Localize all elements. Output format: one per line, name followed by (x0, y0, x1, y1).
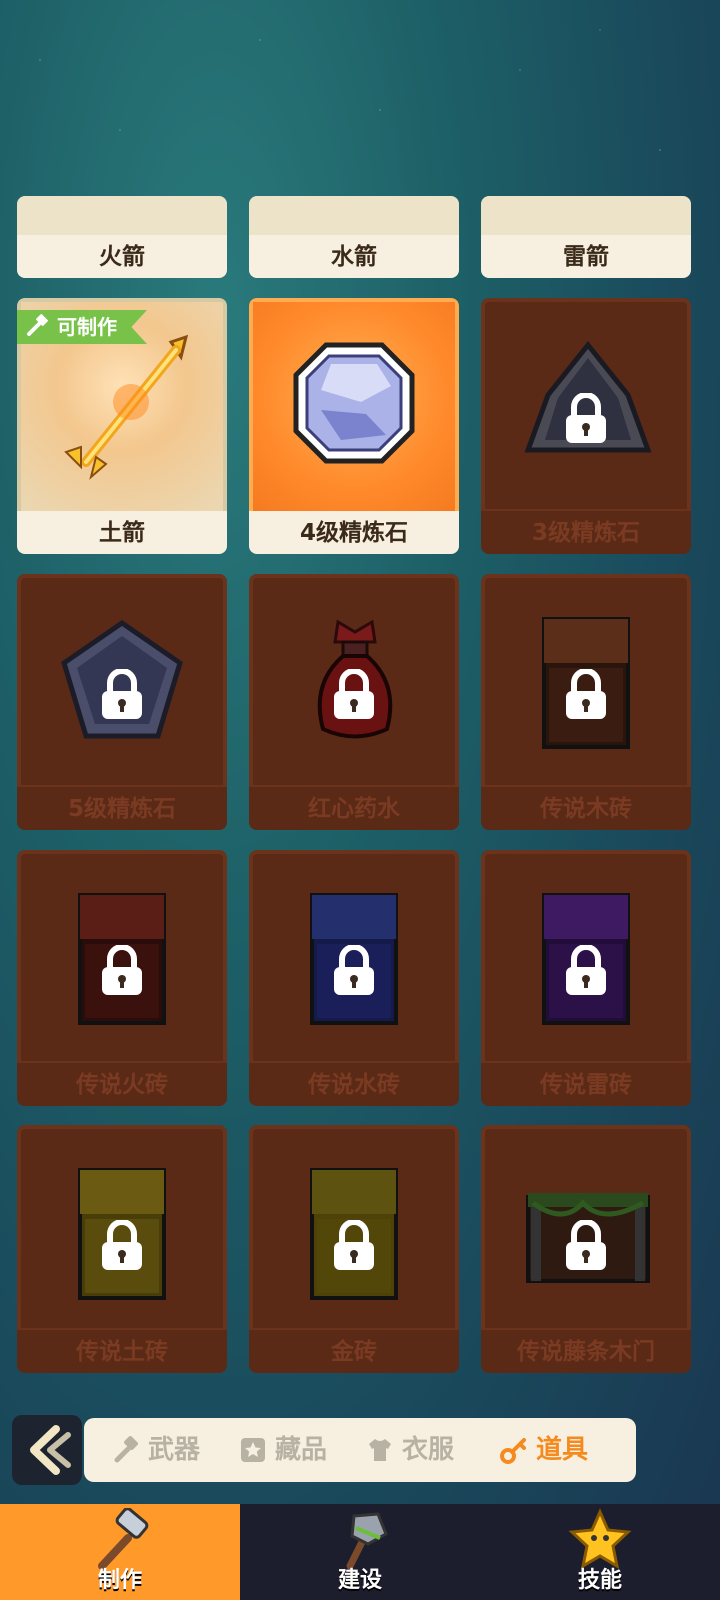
item-name: 传说雷砖 (481, 1061, 691, 1106)
item-grid: 火箭 水箭 雷箭 可制作 土箭 4级精炼石 3级精炼石 5级精炼石 红心药水 传… (0, 0, 720, 1400)
item-art (249, 298, 459, 512)
lock-icon (334, 945, 374, 995)
item-card-refine-stone-5[interactable]: 5级精炼石 (17, 574, 227, 830)
item-art (249, 850, 459, 1064)
item-art (249, 1125, 459, 1339)
item-art (249, 574, 459, 788)
tab-label: 武器 (148, 1435, 201, 1465)
item-art (249, 196, 459, 236)
item-name: 传说土砖 (17, 1328, 227, 1373)
item-card-refine-stone-4[interactable]: 4级精炼石 (249, 298, 459, 554)
badge-label: 可制作 (57, 315, 117, 339)
item-name: 5级精炼石 (17, 785, 227, 830)
tab-weapons[interactable]: 武器 (112, 1418, 200, 1482)
lock-icon (102, 1220, 142, 1270)
item-name: 土箭 (17, 511, 227, 554)
item-name: 金砖 (249, 1328, 459, 1373)
item-art (17, 196, 227, 236)
craftable-badge: 可制作 (17, 310, 147, 344)
item-card-legend-thunder-brick[interactable]: 传说雷砖 (481, 850, 691, 1106)
item-art (481, 1125, 691, 1339)
lock-icon (102, 945, 142, 995)
nav-craft[interactable]: 制作 (0, 1504, 240, 1600)
refining-stone-icon (293, 342, 415, 464)
hammer-icon (27, 314, 48, 336)
item-name: 传说火砖 (17, 1061, 227, 1106)
item-card-red-potion[interactable]: 红心药水 (249, 574, 459, 830)
chevron-left-icon (30, 1425, 71, 1475)
nav-skills[interactable]: 技能 (480, 1504, 720, 1600)
item-card-legend-vine-door[interactable]: 传说藤条木门 (481, 1125, 691, 1373)
shirt-icon (369, 1439, 391, 1461)
item-art (481, 196, 691, 236)
item-art (481, 298, 691, 512)
nav-label: 技能 (577, 1568, 622, 1593)
item-card-fire-arrow[interactable]: 火箭 (17, 196, 227, 278)
item-name: 4级精炼石 (249, 511, 459, 554)
back-button[interactable] (12, 1415, 82, 1485)
item-card-legend-earth-brick[interactable]: 传说土砖 (17, 1125, 227, 1373)
lock-icon (566, 393, 606, 443)
lock-icon (566, 669, 606, 719)
tab-label: 藏品 (275, 1435, 328, 1465)
item-card-legend-wood-brick[interactable]: 传说木砖 (481, 574, 691, 830)
item-card-legend-fire-brick[interactable]: 传说火砖 (17, 850, 227, 1106)
tab-label: 道具 (536, 1435, 589, 1465)
key-icon (500, 1438, 526, 1464)
item-art (481, 850, 691, 1064)
nav-label: 制作 (97, 1568, 142, 1593)
item-name: 红心药水 (249, 785, 459, 830)
item-name: 传说水砖 (249, 1061, 459, 1106)
item-name: 水箭 (249, 235, 459, 278)
item-card-legend-water-brick[interactable]: 传说水砖 (249, 850, 459, 1106)
category-tabs: 武器 藏品 衣服 道具 (84, 1418, 636, 1482)
tab-clothes[interactable]: 衣服 (366, 1418, 454, 1482)
item-name: 3级精炼石 (481, 509, 691, 554)
item-name: 传说藤条木门 (481, 1328, 691, 1373)
item-art (17, 574, 227, 788)
lock-icon (566, 945, 606, 995)
star-icon (241, 1438, 265, 1462)
item-card-gold-brick[interactable]: 金砖 (249, 1125, 459, 1373)
item-card-refine-stone-3[interactable]: 3级精炼石 (481, 298, 691, 554)
hammer-icon (114, 1436, 138, 1463)
lock-icon (102, 669, 142, 719)
bottom-nav: 制作 建设 技能 (0, 1504, 720, 1600)
nav-build[interactable]: 建设 (240, 1504, 480, 1600)
tab-props[interactable]: 道具 (500, 1418, 588, 1482)
item-art (17, 850, 227, 1064)
item-name: 传说木砖 (481, 785, 691, 830)
item-art (17, 1125, 227, 1339)
item-name: 雷箭 (481, 235, 691, 278)
item-card-water-arrow[interactable]: 水箭 (249, 196, 459, 278)
item-card-earth-arrow[interactable]: 可制作 土箭 (17, 298, 227, 554)
nav-label: 建设 (337, 1568, 382, 1593)
item-card-thunder-arrow[interactable]: 雷箭 (481, 196, 691, 278)
lock-icon (334, 669, 374, 719)
lock-icon (566, 1220, 606, 1270)
tab-collection[interactable]: 藏品 (239, 1418, 327, 1482)
item-art (481, 574, 691, 788)
lock-icon (334, 1220, 374, 1270)
golden-arrow-icon (64, 334, 189, 480)
tab-label: 衣服 (402, 1435, 455, 1465)
item-name: 火箭 (17, 235, 227, 278)
